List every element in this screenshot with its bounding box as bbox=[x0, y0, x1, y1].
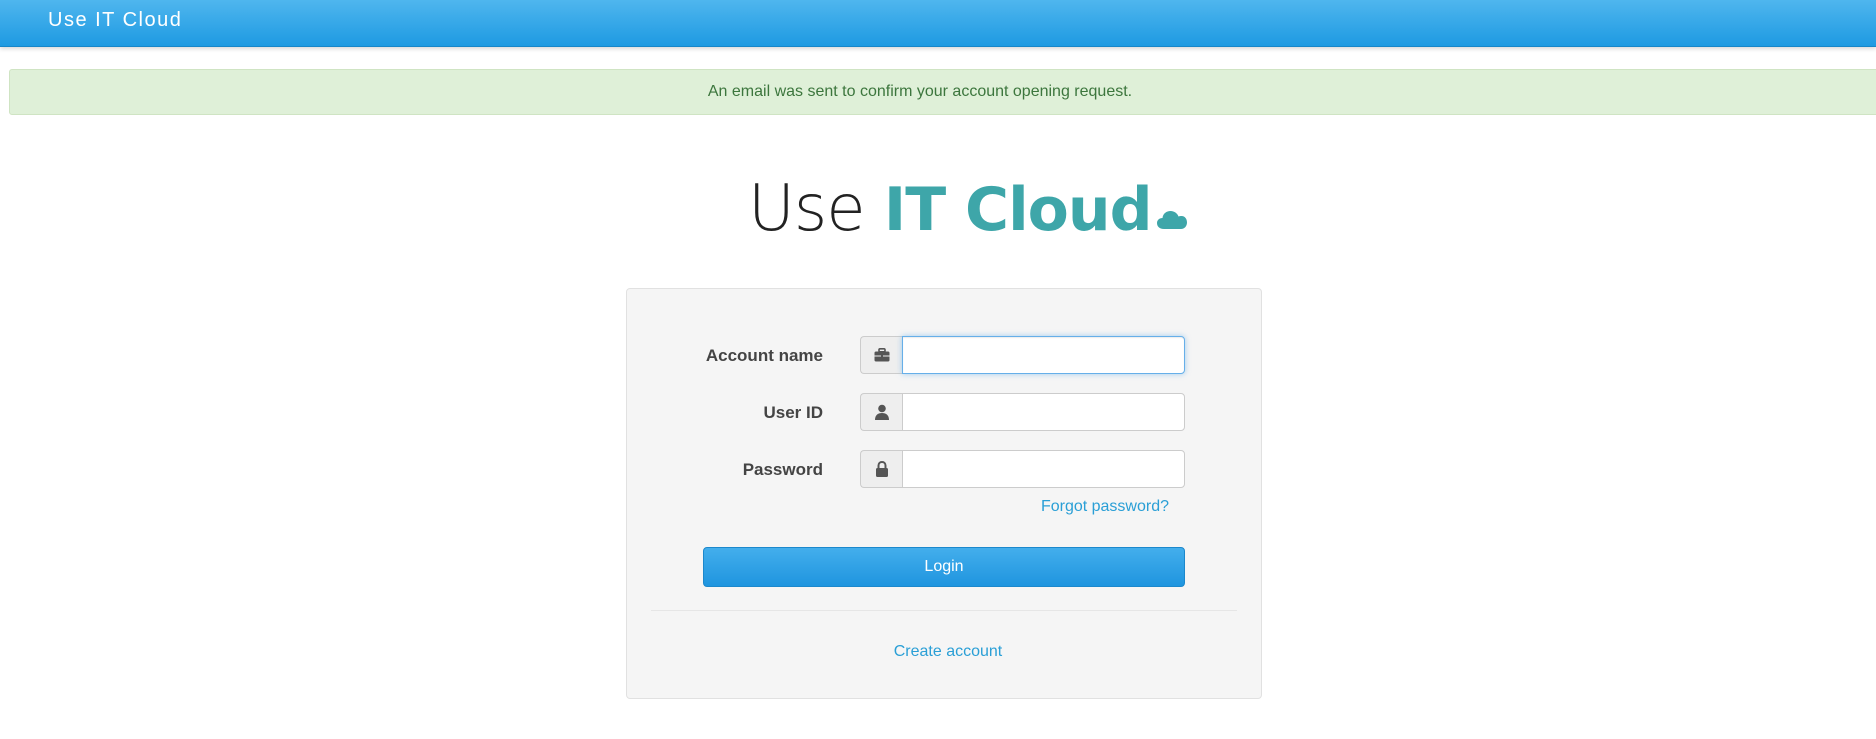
password-label: Password bbox=[742, 460, 823, 479]
briefcase-icon bbox=[860, 336, 902, 374]
alert-message: An email was sent to confirm your accoun… bbox=[707, 83, 1133, 100]
login-button[interactable]: Login bbox=[703, 547, 1185, 587]
user-id-row: User ID bbox=[627, 393, 1261, 433]
lock-icon bbox=[860, 450, 902, 488]
logo-text-bold: IT Cloud bbox=[883, 175, 1153, 245]
user-icon bbox=[860, 393, 902, 431]
user-id-label: User ID bbox=[763, 403, 823, 422]
success-alert: An email was sent to confirm your accoun… bbox=[9, 69, 1876, 115]
create-account-link[interactable]: Create account bbox=[627, 643, 1261, 661]
account-name-row: Account name bbox=[627, 336, 1261, 376]
password-row: Password bbox=[627, 450, 1261, 490]
logo-text-light: Use bbox=[748, 172, 884, 246]
password-input[interactable] bbox=[902, 450, 1185, 488]
top-navbar: Use IT Cloud bbox=[0, 0, 1876, 47]
account-name-input[interactable] bbox=[902, 336, 1185, 374]
account-name-label: Account name bbox=[705, 346, 823, 365]
divider bbox=[651, 610, 1237, 611]
logo: Use IT Cloud bbox=[748, 172, 1188, 252]
cloud-icon bbox=[1156, 208, 1188, 235]
user-id-input[interactable] bbox=[902, 393, 1185, 431]
navbar-brand[interactable]: Use IT Cloud bbox=[48, 9, 182, 32]
login-panel: Account name User ID Password Forgot pas… bbox=[626, 288, 1262, 699]
forgot-password-link[interactable]: Forgot password? bbox=[1041, 498, 1169, 516]
